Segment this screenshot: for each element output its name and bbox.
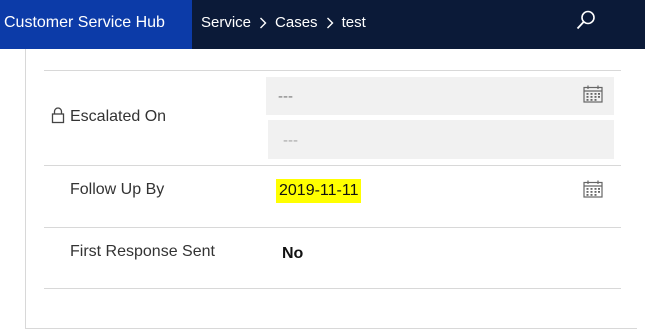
escalated-on-label: Escalated On [70,108,167,125]
row-divider [44,288,621,289]
follow-up-by-label: Follow Up By [70,181,165,198]
chevron-right-icon [318,17,342,29]
calendar-icon [583,85,603,103]
search-icon [576,10,595,30]
app-title[interactable]: Customer Service Hub [0,0,192,49]
row-divider [44,165,621,166]
lock-icon [51,107,65,124]
escalated-on-time-field[interactable]: --- [268,120,614,159]
first-response-sent-label: First Response Sent [70,243,215,260]
breadcrumb-item-service[interactable]: Service [201,14,251,31]
calendar-icon[interactable] [583,180,603,198]
row-divider [44,70,621,71]
breadcrumb-item-cases[interactable]: Cases [275,14,318,31]
escalated-on-date-field[interactable]: --- [266,77,614,115]
search-button[interactable] [572,6,600,34]
breadcrumb-item-current: test [341,14,366,31]
top-navigation-bar: Customer Service Hub Service Cases test [0,0,645,49]
chevron-right-icon [251,17,275,29]
panel-right-edge [637,49,645,336]
row-divider [44,227,621,228]
breadcrumb: Service Cases test [201,0,366,49]
escalated-on-time-placeholder: --- [283,132,298,149]
escalated-on-date-placeholder: --- [278,88,293,105]
follow-up-by-value[interactable]: 2019-11-11 [276,179,362,203]
first-response-sent-value[interactable]: No [282,245,303,263]
